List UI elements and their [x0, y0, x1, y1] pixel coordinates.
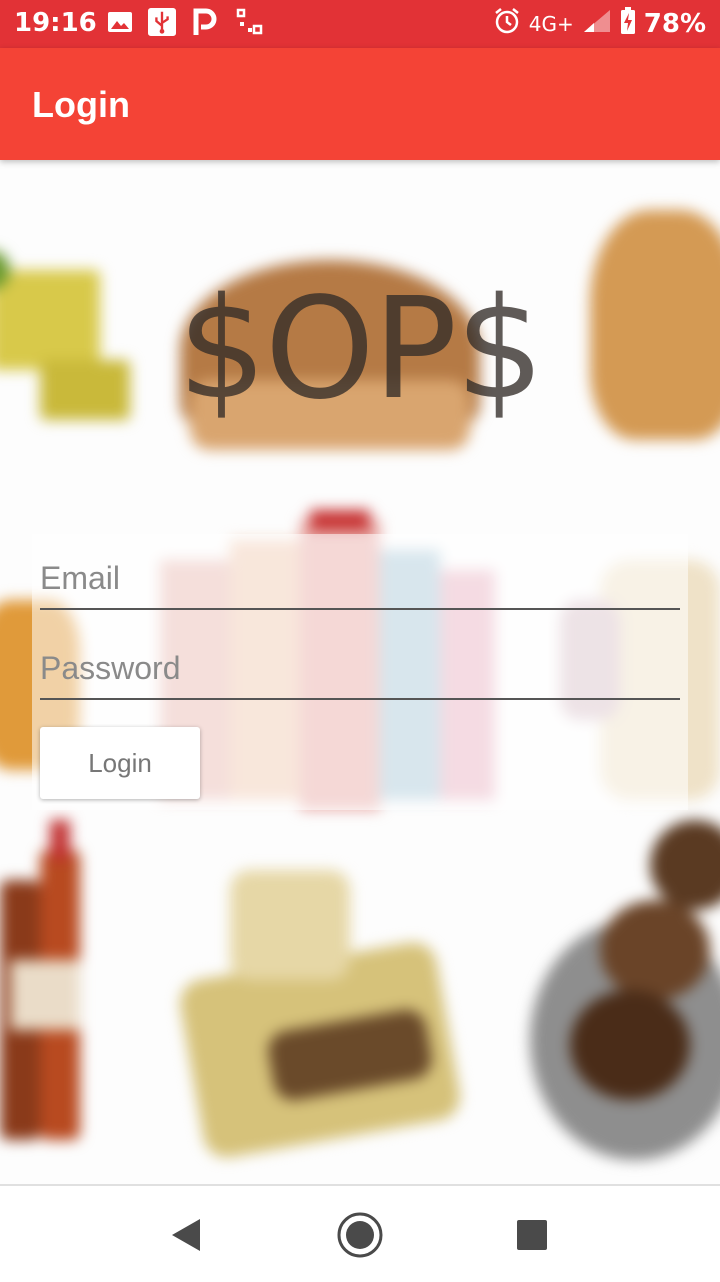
- home-icon[interactable]: [335, 1210, 385, 1260]
- email-field[interactable]: [40, 548, 680, 608]
- donuts-image: [530, 810, 720, 1160]
- usb-icon: [148, 8, 176, 36]
- status-time: 19:16: [14, 8, 97, 38]
- back-icon[interactable]: [162, 1210, 212, 1260]
- battery-charging-icon: [620, 6, 636, 42]
- signal-icon: [582, 8, 612, 41]
- status-right: 4G+ 78%: [493, 6, 706, 42]
- navigation-bar: [0, 1184, 720, 1282]
- recents-icon[interactable]: [507, 1210, 557, 1260]
- email-field-container: [40, 548, 680, 610]
- parking-icon: [192, 8, 220, 36]
- sardine-tin-image: [176, 870, 470, 1162]
- login-button[interactable]: Login: [40, 727, 200, 799]
- app-logo: $OP$: [177, 268, 545, 431]
- login-form: Login: [32, 534, 688, 810]
- password-field-container: [40, 638, 680, 700]
- qr-icon: [236, 8, 264, 36]
- bottles-image: [0, 820, 110, 1150]
- status-bar: 19:16 4G+ 78%: [0, 0, 720, 48]
- image-icon: [106, 8, 134, 36]
- password-field[interactable]: [40, 638, 680, 698]
- battery-level: 78%: [643, 9, 706, 39]
- alarm-icon: [493, 7, 521, 42]
- app-bar: Login: [0, 48, 720, 160]
- network-type: 4G+: [528, 12, 574, 36]
- page-title: Login: [32, 84, 130, 125]
